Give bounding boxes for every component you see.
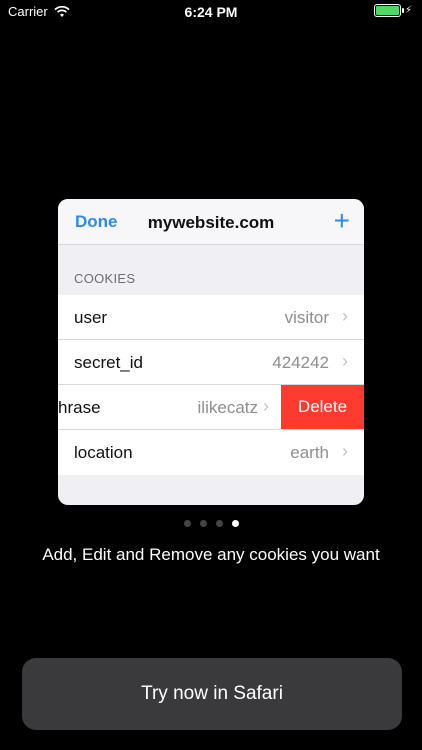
cookie-key: location: [74, 443, 133, 462]
clock: 6:24 PM: [184, 4, 238, 20]
cookie-row-secret-id[interactable]: secret_id 424242 ›: [58, 340, 364, 385]
cookie-value: 424242: [272, 353, 329, 372]
try-in-safari-button[interactable]: Try now in Safari: [22, 658, 402, 730]
cookie-key: hrase: [58, 398, 101, 417]
cookie-list: user visitor › secret_id 424242 › hrase …: [58, 295, 364, 475]
charging-icon: ⚡: [404, 5, 412, 16]
page-dot[interactable]: [215, 520, 223, 527]
cookie-row-user[interactable]: user visitor ›: [58, 295, 364, 340]
cookie-value: visitor: [284, 308, 329, 327]
chevron-right-icon: ›: [263, 396, 269, 416]
status-bar: Carrier 6:24 PM ⚡: [0, 0, 422, 24]
nav-bar: Done mywebsite.com +: [58, 199, 364, 245]
section-header: COOKIES: [58, 245, 364, 295]
page-dot[interactable]: [183, 520, 191, 527]
page-dot-active[interactable]: [231, 520, 239, 527]
section-header-label: COOKIES: [74, 271, 136, 286]
cookie-row-passphrase[interactable]: hrase ilikecatz › Delete: [58, 385, 364, 430]
cookie-editor-card: Done mywebsite.com + COOKIES user visito…: [58, 199, 364, 505]
cookie-value: earth: [290, 443, 329, 462]
page-indicator[interactable]: [0, 520, 422, 527]
add-icon[interactable]: +: [334, 207, 350, 235]
page-title: mywebsite.com: [147, 213, 275, 232]
delete-button[interactable]: Delete: [281, 385, 364, 429]
cookie-key: user: [74, 308, 108, 327]
feature-caption: Add, Edit and Remove any cookies you wan…: [42, 545, 380, 564]
battery-icon: [373, 4, 404, 17]
chevron-right-icon: ›: [342, 306, 348, 326]
chevron-right-icon: ›: [342, 441, 348, 461]
cookie-value: ilikecatz: [197, 398, 258, 417]
battery-group: ⚡: [373, 4, 412, 17]
cookie-row-location[interactable]: location earth ›: [58, 430, 364, 475]
page-dot[interactable]: [199, 520, 207, 527]
chevron-right-icon: ›: [342, 351, 348, 371]
cookie-key: secret_id: [74, 353, 143, 372]
